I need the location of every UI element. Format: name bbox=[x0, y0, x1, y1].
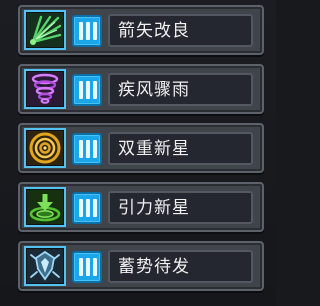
skill-icon-frame bbox=[24, 69, 66, 109]
level-pip bbox=[93, 81, 97, 99]
level-pip bbox=[86, 81, 90, 99]
level-pip bbox=[79, 81, 83, 99]
skill-list: 箭矢改良 疾风骤雨 双重新星 引力新星 蓄势待发 bbox=[18, 5, 264, 300]
level-pip bbox=[86, 22, 90, 40]
level-pip bbox=[86, 258, 90, 276]
gravity-nova-icon bbox=[27, 190, 63, 224]
skill-row-charge-up[interactable]: 蓄势待发 bbox=[18, 241, 264, 291]
skill-name: 双重新星 bbox=[118, 139, 190, 159]
skill-name: 箭矢改良 bbox=[118, 21, 190, 41]
skill-name-box: 疾风骤雨 bbox=[108, 73, 253, 106]
skill-icon-frame bbox=[24, 246, 66, 286]
skill-icon-frame bbox=[24, 10, 66, 50]
level-pip bbox=[93, 22, 97, 40]
level-pip bbox=[93, 199, 97, 217]
charged-armor-icon bbox=[27, 249, 63, 283]
skill-level-badge bbox=[72, 133, 102, 165]
skill-name-box: 引力新星 bbox=[108, 191, 253, 224]
whirlwind-icon bbox=[27, 72, 63, 106]
level-pip bbox=[93, 258, 97, 276]
skill-icon-frame bbox=[24, 187, 66, 227]
skill-name: 疾风骤雨 bbox=[118, 80, 190, 100]
arrow-burst-icon bbox=[27, 13, 63, 47]
skill-level-badge bbox=[72, 74, 102, 106]
skill-level-badge bbox=[72, 251, 102, 283]
skill-row-arrow-improvement[interactable]: 箭矢改良 bbox=[18, 5, 264, 55]
level-pip bbox=[79, 140, 83, 158]
level-pip bbox=[79, 258, 83, 276]
skill-name: 引力新星 bbox=[118, 198, 190, 218]
skill-level-badge bbox=[72, 15, 102, 47]
level-pip bbox=[79, 22, 83, 40]
level-pip bbox=[93, 140, 97, 158]
skill-row-double-nova[interactable]: 双重新星 bbox=[18, 123, 264, 173]
skill-name-box: 箭矢改良 bbox=[108, 14, 253, 47]
skill-icon-frame bbox=[24, 128, 66, 168]
skill-name-box: 蓄势待发 bbox=[108, 250, 253, 283]
level-pip bbox=[86, 140, 90, 158]
skill-row-gravity-nova[interactable]: 引力新星 bbox=[18, 182, 264, 232]
level-pip bbox=[79, 199, 83, 217]
skill-name: 蓄势待发 bbox=[118, 257, 190, 277]
skill-row-storm[interactable]: 疾风骤雨 bbox=[18, 64, 264, 114]
level-pip bbox=[86, 199, 90, 217]
skill-upgrade-panel: 箭矢改良 疾风骤雨 双重新星 引力新星 蓄势待发 bbox=[0, 0, 276, 306]
skill-name-box: 双重新星 bbox=[108, 132, 253, 165]
skill-level-badge bbox=[72, 192, 102, 224]
double-nova-icon bbox=[27, 131, 63, 165]
